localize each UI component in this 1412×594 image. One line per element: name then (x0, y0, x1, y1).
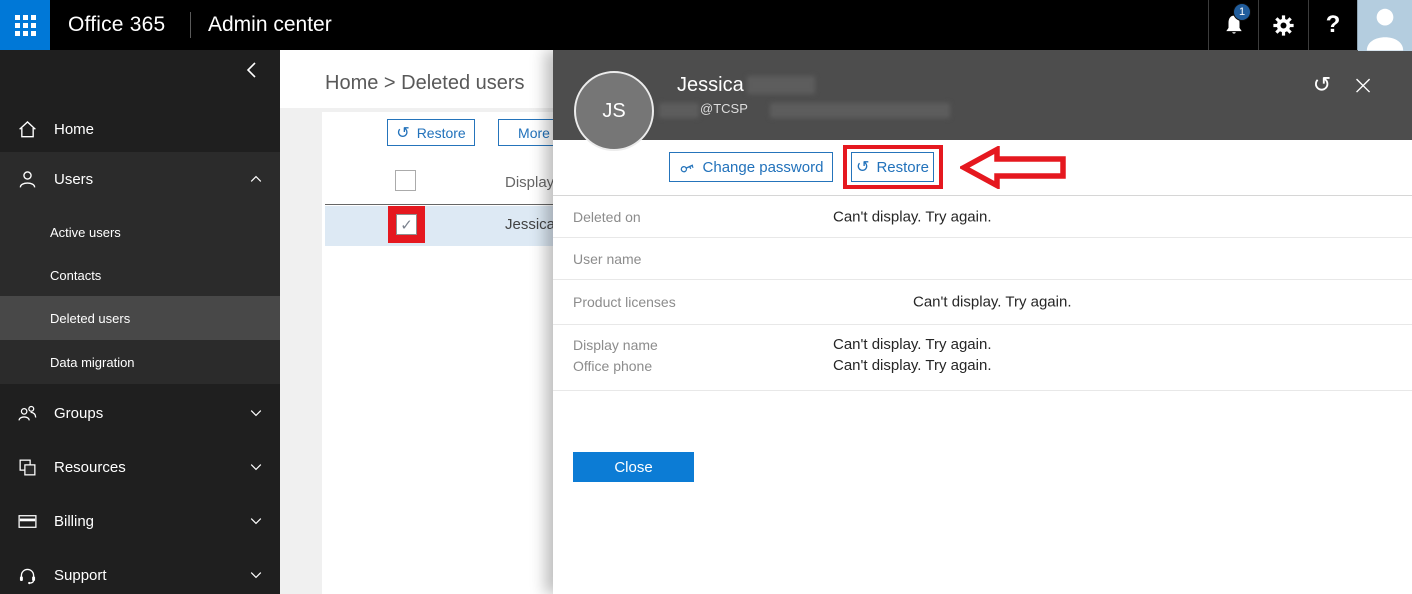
select-all-checkbox[interactable] (395, 170, 416, 191)
settings-button[interactable] (1258, 0, 1308, 50)
waffle-icon (15, 15, 36, 36)
sidebar-item-label: Users (54, 171, 93, 188)
sidebar-item-groups[interactable]: Groups (0, 386, 280, 440)
sub-item-label: Deleted users (50, 311, 130, 326)
change-password-button[interactable]: Change password (669, 152, 833, 182)
restore-icon: ↺ (396, 125, 409, 141)
sidebar-item-support[interactable]: Support (0, 548, 280, 594)
avatar-initials: JS (602, 100, 625, 123)
sidebar-item-deleted-users[interactable]: Deleted users (0, 296, 280, 340)
sidebar-item-label: Resources (54, 459, 126, 476)
panel-user-email: @TCSP (700, 101, 748, 116)
change-password-label: Change password (703, 159, 824, 176)
billing-icon (16, 510, 38, 532)
field-label: User name (573, 251, 641, 267)
field-value: Can't display. Try again. (833, 208, 992, 225)
field-label: Office phone (573, 358, 652, 374)
account-avatar[interactable] (1358, 0, 1412, 51)
red-highlight-box-checkbox: ✓ (388, 206, 425, 243)
sidebar-item-active-users[interactable]: Active users (0, 210, 280, 254)
redacted-email-domain (770, 103, 950, 118)
breadcrumb-home-link[interactable]: Home (325, 72, 378, 94)
panel-header: Jessica @TCSP ↺ × (553, 50, 1412, 140)
question-mark-icon: ? (1326, 11, 1341, 39)
top-bar: Office 365 Admin center 1 ? (0, 0, 1412, 50)
close-button[interactable]: Close (573, 452, 694, 482)
field-row-user-name: User name (553, 238, 1412, 280)
field-label: Product licenses (573, 294, 676, 310)
brand-divider (190, 12, 191, 38)
sidebar-item-home[interactable]: Home (0, 106, 280, 152)
field-value: Can't display. Try again. (833, 336, 992, 353)
chevron-down-icon (248, 405, 264, 421)
sidebar-item-resources[interactable]: Resources (0, 440, 280, 494)
sidebar-nav: Home Users Active users Contacts Deleted… (0, 50, 280, 594)
user-detail-panel: Jessica @TCSP ↺ × JS Change password ↺ R… (553, 50, 1412, 594)
user-icon (16, 168, 38, 190)
row-checkbox-checked[interactable]: ✓ (396, 214, 417, 235)
panel-refresh-button[interactable]: ↺ (1307, 70, 1337, 100)
sub-item-label: Contacts (50, 268, 101, 283)
restore-button-toolbar[interactable]: ↺ Restore (387, 119, 475, 146)
breadcrumb-separator: > (378, 72, 401, 94)
sidebar-item-billing[interactable]: Billing (0, 494, 280, 548)
field-row-product-licenses: Product licenses Can't display. Try agai… (553, 280, 1412, 325)
sidebar-item-label: Support (54, 567, 107, 584)
resources-icon (16, 456, 38, 478)
sidebar-item-contacts[interactable]: Contacts (0, 253, 280, 297)
redacted-email-prefix (659, 103, 699, 118)
field-row-display-name-office-phone: Display name Can't display. Try again. O… (553, 325, 1412, 391)
check-icon: ✓ (400, 216, 413, 234)
restore-icon: ↺ (856, 159, 869, 175)
panel-close-icon[interactable]: × (1348, 70, 1378, 100)
close-label: Close (614, 459, 652, 476)
breadcrumb: Home > Deleted users (325, 72, 525, 95)
field-value: Can't display. Try again. (913, 294, 1072, 311)
field-row-deleted-on: Deleted on Can't display. Try again. (553, 196, 1412, 238)
home-icon (16, 118, 38, 140)
breadcrumb-current: Deleted users (401, 72, 524, 94)
red-annotation-arrow (960, 146, 1067, 189)
help-button[interactable]: ? (1308, 0, 1358, 50)
support-headset-icon (16, 564, 38, 586)
chevron-up-icon (248, 171, 264, 187)
admin-center-title[interactable]: Admin center (208, 0, 332, 50)
field-label: Deleted on (573, 209, 641, 225)
person-icon (1358, 0, 1412, 51)
redacted-last-name (747, 76, 815, 94)
sidebar-item-users[interactable]: Users (0, 152, 280, 206)
sub-item-label: Active users (50, 225, 121, 240)
more-label: More (518, 125, 550, 141)
notifications-button[interactable]: 1 (1208, 0, 1258, 50)
sidebar-item-label: Groups (54, 405, 103, 422)
chevron-down-icon (248, 513, 264, 529)
chevron-left-icon (244, 61, 260, 79)
sidebar-item-label: Home (54, 121, 94, 138)
chevron-down-icon (248, 459, 264, 475)
field-value: Can't display. Try again. (833, 357, 992, 374)
brand-title[interactable]: Office 365 (68, 0, 165, 50)
panel-user-name: Jessica (677, 74, 744, 97)
groups-icon (16, 402, 38, 424)
notification-badge: 1 (1233, 3, 1251, 21)
app-launcher-button[interactable] (0, 0, 50, 50)
gear-icon (1272, 14, 1295, 37)
key-icon (679, 159, 696, 176)
sub-item-label: Data migration (50, 355, 135, 370)
sidebar-item-label: Billing (54, 513, 94, 530)
sidebar-item-data-migration[interactable]: Data migration (0, 340, 280, 384)
restore-button-panel[interactable]: ↺ Restore (851, 152, 934, 182)
chevron-down-icon (248, 567, 264, 583)
panel-avatar: JS (574, 71, 654, 151)
row-display-name: Jessica (505, 216, 555, 233)
restore-label: Restore (417, 125, 466, 141)
field-label: Display name (573, 337, 658, 353)
restore-label: Restore (876, 159, 929, 176)
sidebar-collapse-button[interactable] (240, 58, 264, 82)
